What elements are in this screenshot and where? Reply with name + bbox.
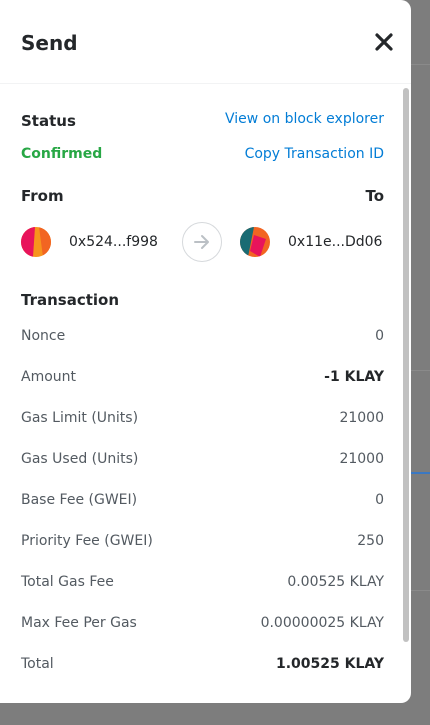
- detail-label: Total Gas Fee: [21, 574, 114, 590]
- modal-title: Send: [21, 31, 78, 55]
- detail-row-nonce: Nonce 0: [21, 328, 384, 344]
- status-badge: Confirmed: [21, 146, 103, 162]
- backdrop-divider: [408, 370, 430, 371]
- scrollbar[interactable]: [403, 88, 409, 642]
- detail-row-gas-limit: Gas Limit (Units) 21000: [21, 410, 384, 426]
- detail-row-priority-fee: Priority Fee (GWEI) 250: [21, 533, 384, 549]
- detail-value: 1.00525 KLAY: [275, 656, 384, 672]
- to-address: 0x11e...Dd06: [288, 234, 383, 250]
- detail-label: Gas Limit (Units): [21, 410, 139, 426]
- detail-row-base-fee: Base Fee (GWEI) 0: [21, 492, 384, 508]
- detail-row-gas-used: Gas Used (Units) 21000: [21, 451, 384, 467]
- send-transaction-modal: Send Status View on block explorer Confi…: [0, 0, 411, 703]
- detail-label: Gas Used (Units): [21, 451, 139, 467]
- detail-row-total: Total 1.00525 KLAY: [21, 656, 384, 672]
- detail-value: 0.00525 KLAY: [287, 574, 384, 590]
- detail-value: 250: [357, 533, 384, 549]
- to-label: To: [365, 187, 384, 205]
- detail-label: Nonce: [21, 328, 66, 344]
- detail-row-total-gas-fee: Total Gas Fee 0.00525 KLAY: [21, 574, 384, 590]
- detail-value: 0: [375, 328, 384, 344]
- detail-row-max-fee-per-gas: Max Fee Per Gas 0.00000025 KLAY: [21, 615, 384, 631]
- detail-value: 21000: [339, 451, 384, 467]
- from-address: 0x524...f998: [69, 234, 158, 250]
- status-label: Status: [21, 112, 76, 130]
- detail-value: 0: [375, 492, 384, 508]
- detail-label: Max Fee Per Gas: [21, 615, 137, 631]
- detail-label: Base Fee (GWEI): [21, 492, 138, 508]
- transaction-heading: Transaction: [21, 291, 120, 309]
- detail-label: Total: [21, 656, 54, 672]
- backdrop-divider: [408, 64, 430, 65]
- backdrop-divider: [408, 590, 430, 591]
- backdrop-accent: [408, 472, 430, 474]
- copy-transaction-id-link[interactable]: Copy Transaction ID: [245, 146, 384, 162]
- detail-row-amount: Amount -1 KLAY: [21, 369, 384, 385]
- header-divider: [0, 83, 411, 84]
- detail-value: 21000: [339, 410, 384, 426]
- to-avatar: [240, 227, 270, 257]
- detail-value: -1 KLAY: [324, 369, 384, 385]
- from-label: From: [21, 187, 64, 205]
- close-icon[interactable]: [372, 30, 396, 54]
- arrow-right-icon: [182, 222, 222, 262]
- detail-label: Amount: [21, 369, 77, 385]
- from-avatar: [21, 227, 51, 257]
- view-on-block-explorer-link[interactable]: View on block explorer: [225, 111, 384, 127]
- detail-value: 0.00000025 KLAY: [260, 615, 384, 631]
- detail-label: Priority Fee (GWEI): [21, 533, 153, 549]
